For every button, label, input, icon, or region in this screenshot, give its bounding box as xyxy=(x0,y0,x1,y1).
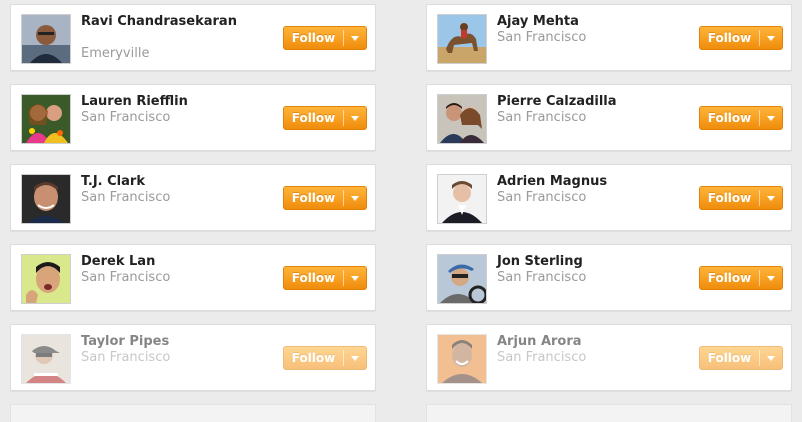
follow-button[interactable]: Follow xyxy=(283,346,367,370)
follow-button[interactable]: Follow xyxy=(283,106,367,130)
person-name[interactable]: Arjun Arora xyxy=(497,334,687,350)
person-name[interactable]: Ajay Mehta xyxy=(497,14,687,30)
person-with-camel-avatar-icon xyxy=(438,15,486,63)
person-name[interactable]: Adrien Magnus xyxy=(497,174,687,190)
avatar[interactable] xyxy=(437,14,487,64)
follow-button[interactable]: Follow xyxy=(283,186,367,210)
chevron-down-icon[interactable] xyxy=(344,347,366,369)
chevron-down-icon[interactable] xyxy=(344,187,366,209)
person-location: San Francisco xyxy=(81,190,171,205)
avatar[interactable] xyxy=(437,174,487,224)
suggested-people-grid: Ravi Chandrasekaran Emeryville Follow Aj… xyxy=(0,0,802,422)
person-card: T.J. Clark San Francisco Follow xyxy=(10,164,376,231)
follow-label: Follow xyxy=(291,351,336,365)
person-location: San Francisco xyxy=(81,110,171,125)
follow-button[interactable]: Follow xyxy=(699,106,783,130)
person-location: San Francisco xyxy=(497,30,587,45)
follow-label: Follow xyxy=(707,31,752,45)
person-name[interactable]: Lauren Riefflin xyxy=(81,94,271,110)
couple-avatar-icon xyxy=(438,95,486,143)
avatar[interactable] xyxy=(437,94,487,144)
follow-label: Follow xyxy=(291,31,336,45)
person-card: Arjun Arora San Francisco Follow xyxy=(426,324,792,391)
follow-label: Follow xyxy=(707,271,752,285)
avatar[interactable] xyxy=(437,254,487,304)
person-name[interactable]: Derek Lan xyxy=(81,254,271,270)
follow-button[interactable]: Follow xyxy=(699,346,783,370)
follow-label: Follow xyxy=(291,191,336,205)
follow-button[interactable]: Follow xyxy=(283,26,367,50)
two-people-avatar-icon xyxy=(22,95,70,143)
follow-button[interactable]: Follow xyxy=(699,26,783,50)
person-avatar-icon xyxy=(22,15,70,63)
avatar[interactable] xyxy=(21,94,71,144)
avatar[interactable] xyxy=(437,334,487,384)
chevron-down-icon[interactable] xyxy=(344,27,366,49)
follow-button[interactable]: Follow xyxy=(699,186,783,210)
chevron-down-icon[interactable] xyxy=(344,267,366,289)
follow-label: Follow xyxy=(291,271,336,285)
chevron-down-icon[interactable] xyxy=(760,347,782,369)
follow-label: Follow xyxy=(291,111,336,125)
person-location: San Francisco xyxy=(497,270,587,285)
person-card: Adrien Magnus San Francisco Follow xyxy=(426,164,792,231)
person-location: San Francisco xyxy=(497,350,587,365)
person-name[interactable]: Pierre Calzadilla xyxy=(497,94,687,110)
person-avatar-icon xyxy=(22,255,70,303)
chevron-down-icon[interactable] xyxy=(760,27,782,49)
person-name[interactable]: T.J. Clark xyxy=(81,174,271,190)
person-in-cap-avatar-icon xyxy=(22,335,70,383)
partial-card-placeholder xyxy=(10,404,376,422)
person-name[interactable]: Ravi Chandrasekaran xyxy=(81,14,271,30)
avatar[interactable] xyxy=(21,14,71,64)
person-card: Jon Sterling San Francisco Follow xyxy=(426,244,792,311)
person-location: San Francisco xyxy=(497,110,587,125)
follow-button[interactable]: Follow xyxy=(283,266,367,290)
follow-label: Follow xyxy=(707,111,752,125)
chevron-down-icon[interactable] xyxy=(760,267,782,289)
person-avatar-icon xyxy=(438,335,486,383)
person-location: Emeryville xyxy=(81,46,150,61)
person-in-suit-avatar-icon xyxy=(438,175,486,223)
chevron-down-icon[interactable] xyxy=(760,187,782,209)
avatar[interactable] xyxy=(21,174,71,224)
avatar[interactable] xyxy=(21,254,71,304)
follow-button[interactable]: Follow xyxy=(699,266,783,290)
person-card: Ravi Chandrasekaran Emeryville Follow xyxy=(10,4,376,71)
person-name[interactable]: Jon Sterling xyxy=(497,254,687,270)
person-location: San Francisco xyxy=(81,350,171,365)
person-name[interactable]: Taylor Pipes xyxy=(81,334,271,350)
avatar[interactable] xyxy=(21,334,71,384)
person-in-car-avatar-icon xyxy=(438,255,486,303)
chevron-down-icon[interactable] xyxy=(760,107,782,129)
person-card: Taylor Pipes San Francisco Follow xyxy=(10,324,376,391)
person-card: Pierre Calzadilla San Francisco Follow xyxy=(426,84,792,151)
partial-card-placeholder xyxy=(426,404,792,422)
follow-label: Follow xyxy=(707,191,752,205)
person-card: Ajay Mehta San Francisco Follow xyxy=(426,4,792,71)
person-location: San Francisco xyxy=(497,190,587,205)
follow-label: Follow xyxy=(707,351,752,365)
chevron-down-icon[interactable] xyxy=(344,107,366,129)
person-card: Lauren Riefflin San Francisco Follow xyxy=(10,84,376,151)
person-avatar-icon xyxy=(22,175,70,223)
person-card: Derek Lan San Francisco Follow xyxy=(10,244,376,311)
person-location: San Francisco xyxy=(81,270,171,285)
